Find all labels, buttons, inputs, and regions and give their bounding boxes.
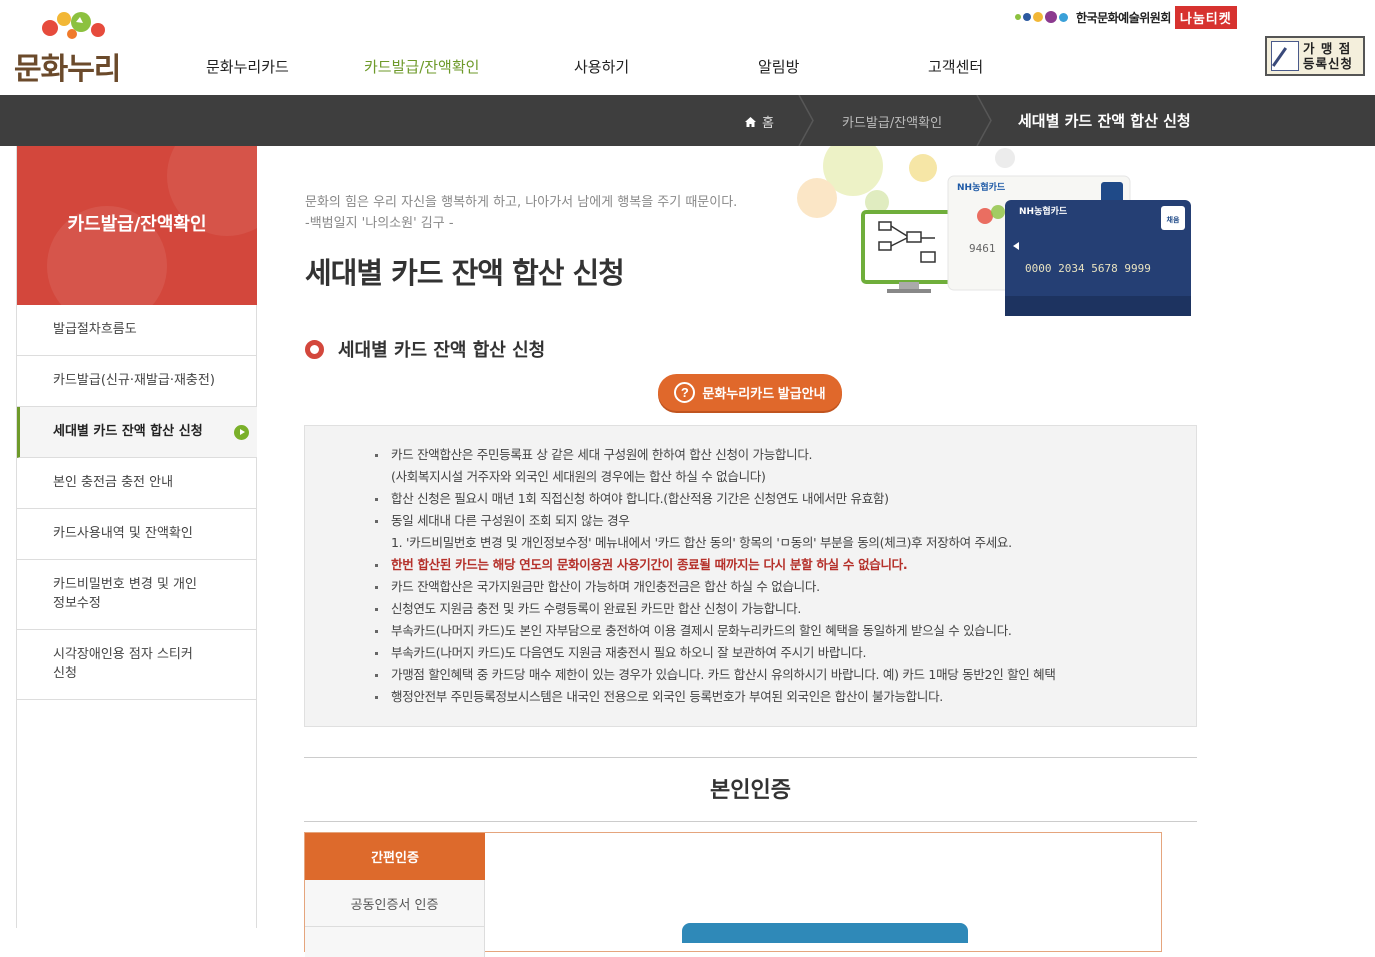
- sidebar-item-label: 세대별 카드 잔액 합산 신청: [53, 424, 203, 439]
- sidebar-menu: 발급절차흐름도 카드발급(신규·재발급·재충전) 세대별 카드 잔액 합산 신청…: [17, 305, 257, 700]
- notice-item: 부속카드(나머지 카드)도 본인 자부담으로 충전하여 이용 결제시 문화누리카…: [375, 620, 1196, 642]
- org-name: 한국문화예술위원회: [1076, 10, 1171, 25]
- notice-item: 카드 잔액합산은 국가지원금만 합산이 가능하며 개인충전금은 합산 하실 수 …: [375, 576, 1196, 598]
- home-icon: [745, 116, 756, 127]
- store-button-line1: 가 맹 점: [1303, 41, 1352, 56]
- section-bullet-icon: [305, 339, 324, 359]
- notice-box: 카드 잔액합산은 주민등록표 상 같은 세대 구성원에 한하여 합산 신청이 가…: [304, 425, 1197, 727]
- sidebar-item-balance-merge[interactable]: 세대별 카드 잔액 합산 신청: [17, 407, 257, 458]
- notice-item: 행정안전부 주민등록정보시스템은 내국인 전용으로 외국인 등록번호가 부여된 …: [375, 686, 1196, 708]
- store-button-line2: 등록신청: [1303, 56, 1354, 71]
- card-badge-label: 채움: [1167, 215, 1180, 224]
- nav-notice[interactable]: 알림방: [758, 56, 799, 77]
- notice-item: 1. '카드비밀번호 변경 및 개인정보수정' 메뉴내에서 '카드 합산 동의'…: [391, 535, 1012, 550]
- sidebar-item-process[interactable]: 발급절차흐름도: [17, 305, 257, 356]
- breadcrumb-home-label: 홈: [762, 116, 774, 131]
- sidebar-item-card-issue[interactable]: 카드발급(신규·재발급·재충전): [17, 356, 257, 407]
- pen-icon: [1271, 41, 1299, 71]
- breadcrumb-home[interactable]: 홈: [745, 112, 774, 131]
- divider: [304, 757, 1197, 758]
- tab-simple-auth[interactable]: 간편인증: [305, 833, 485, 880]
- sidebar-title: 카드발급/잔액확인: [67, 214, 207, 235]
- sidebar-item-braille[interactable]: 시각장애인용 점자 스티커 신청: [17, 630, 257, 700]
- nav-usage[interactable]: 사용하기: [574, 56, 629, 77]
- quote-line2: -백범일지 '나의소원' 김구 -: [305, 216, 454, 231]
- notice-item: 카드 잔액합산은 주민등록표 상 같은 세대 구성원에 한하여 합산 신청이 가…: [375, 444, 1196, 466]
- sidebar-item-password[interactable]: 카드비밀번호 변경 및 개인 정보수정: [17, 560, 257, 630]
- org-banner[interactable]: 한국문화예술위원회 나눔티켓: [1015, 5, 1237, 29]
- auth-section-title: 본인인증: [710, 778, 791, 803]
- back-card-number: 9461: [969, 242, 996, 255]
- guide-button-label: 문화누리카드 발급안내: [702, 386, 826, 401]
- tab-certificate-auth[interactable]: 공동인증서 인증: [305, 880, 485, 927]
- front-card: NH농협카드 채움 0000 2034 5678 9999: [1005, 200, 1191, 316]
- store-register-button[interactable]: 가 맹 점 등록신청: [1265, 36, 1365, 76]
- notice-item: 합산 신청은 필요시 매년 1회 직접신청 하여야 합니다.(합산적용 기간은 …: [375, 488, 1196, 510]
- notice-item: 신청연도 지원금 충전 및 카드 수령등록이 완료된 카드만 합산 신청이 가능…: [375, 598, 1196, 620]
- org-logo-icon: [1015, 11, 1068, 23]
- page-quote: 문화의 힘은 우리 자신을 행복하게 하고, 나아가서 남에게 행복을 주기 때…: [305, 192, 737, 234]
- auth-start-button[interactable]: [682, 923, 968, 943]
- front-card-number: 0000 2034 5678 9999: [1025, 262, 1151, 275]
- auth-panel: 간편인증 공동인증서 인증: [304, 832, 1162, 957]
- quote-line1: 문화의 힘은 우리 자신을 행복하게 하고, 나아가서 남에게 행복을 주기 때…: [305, 195, 738, 210]
- breadcrumb-current: 세대별 카드 잔액 합산 신청: [1018, 112, 1191, 130]
- notice-item-warning: 한번 합산된 카드는 해당 연도의 문화이용권 사용기간이 종료될 때까지는 다…: [375, 554, 1196, 576]
- site-logo[interactable]: 문화누리: [14, 10, 134, 87]
- hero-card-illustration: NH농협카드 9461 NH농협카드 채움 0000 2034 5678 999…: [797, 146, 1191, 316]
- section-title: 세대별 카드 잔액 합산 신청: [305, 336, 545, 362]
- sidebar: 카드발급/잔액확인 발급절차흐름도 카드발급(신규·재발급·재충전) 세대별 카…: [16, 146, 257, 928]
- breadcrumb-separator-icon: [976, 95, 992, 146]
- nav-customer-center[interactable]: 고객센터: [928, 56, 983, 77]
- nanum-ticket-badge: 나눔티켓: [1174, 5, 1237, 29]
- page-title: 세대별 카드 잔액 합산 신청: [305, 256, 625, 290]
- breadcrumb-bar: 홈 카드발급/잔액확인 세대별 카드 잔액 합산 신청: [0, 95, 1375, 146]
- site-header: 문화누리 문화누리카드 카드발급/잔액확인 사용하기 알림방 고객센터 한국문화…: [0, 0, 1375, 95]
- card-issue-guide-button[interactable]: ? 문화누리카드 발급안내: [658, 374, 842, 411]
- chevron-right-icon: [234, 425, 249, 440]
- notice-item: 부속카드(나머지 카드)도 다음연도 지원금 재충전시 필요 하오니 잘 보관하…: [375, 642, 1196, 664]
- breadcrumb-separator-icon: [798, 95, 814, 146]
- nav-card-info[interactable]: 문화누리카드: [206, 56, 289, 77]
- sidebar-item-history[interactable]: 카드사용내역 및 잔액확인: [17, 509, 257, 560]
- question-icon: ?: [674, 382, 696, 403]
- front-card-brand: NH농협카드: [1019, 205, 1068, 217]
- divider: [304, 821, 1197, 822]
- sidebar-item-self-charge[interactable]: 본인 충전금 충전 안내: [17, 458, 257, 509]
- notice-list: 카드 잔액합산은 주민등록표 상 같은 세대 구성원에 한하여 합산 신청이 가…: [375, 444, 1196, 708]
- nav-card-issue[interactable]: 카드발급/잔액확인: [364, 56, 479, 77]
- logo-text: 문화누리: [14, 52, 121, 87]
- breadcrumb-level1[interactable]: 카드발급/잔액확인: [842, 112, 942, 131]
- notice-item: 가맹점 할인혜택 중 카드당 매수 제한이 있는 경우가 있습니다. 카드 합산…: [375, 664, 1196, 686]
- back-card-brand: NH농협카드: [957, 181, 1006, 193]
- sidebar-header: 카드발급/잔액확인: [17, 146, 257, 305]
- notice-item: (사회복지시설 거주자와 외국인 세대원의 경우에는 합산 하실 수 없습니다): [391, 469, 766, 484]
- notice-item: 동일 세대내 다른 구성원이 조회 되지 않는 경우: [375, 510, 1196, 532]
- section-title-text: 세대별 카드 잔액 합산 신청: [338, 340, 546, 361]
